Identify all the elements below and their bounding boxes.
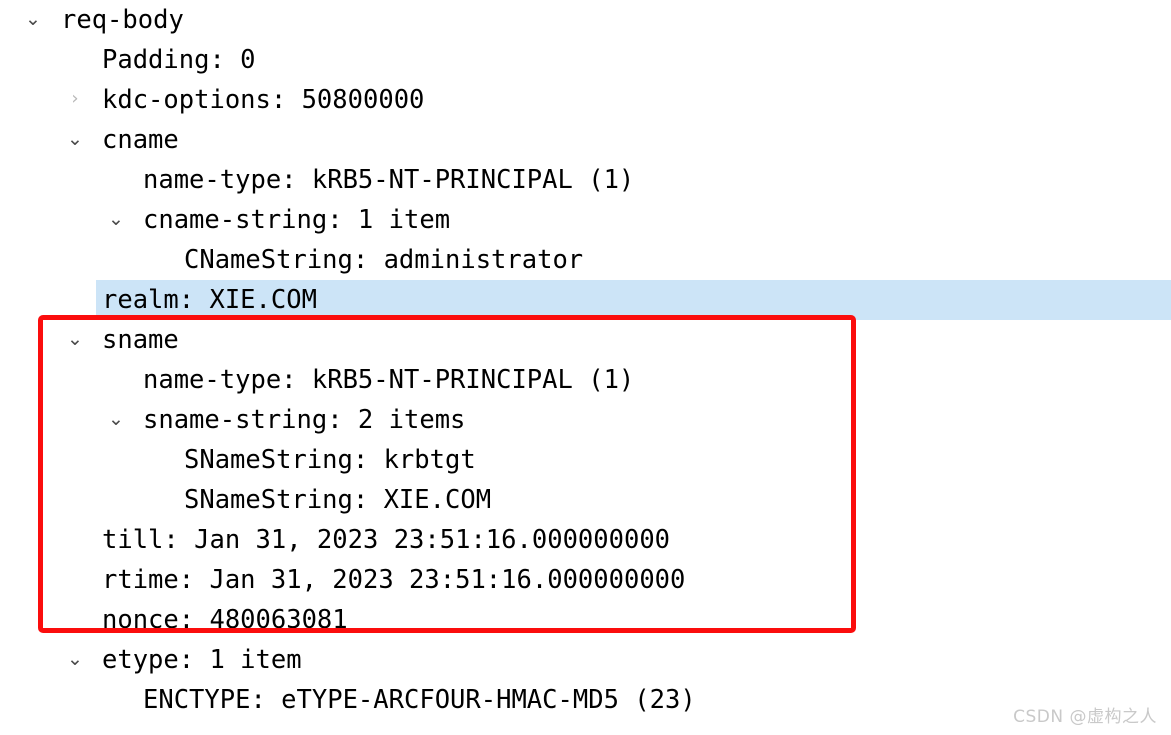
chevron-down-icon[interactable]: ⌄	[105, 200, 127, 240]
tree-row-enctype[interactable]: ENCTYPE: eTYPE-ARCFOUR-HMAC-MD5 (23)	[0, 680, 1171, 720]
tree-row-label: cname-string: 1 item	[143, 205, 451, 235]
chevron-right-icon[interactable]: ›	[64, 80, 86, 120]
tree-row-cname-nametype[interactable]: name-type: kRB5-NT-PRINCIPAL (1)	[0, 160, 1171, 200]
tree-row-label: sname-string: 2 items	[143, 405, 466, 435]
tree-row-label: kdc-options: 50800000	[102, 85, 425, 115]
selection-gutter	[0, 280, 96, 320]
tree-row-label: sname	[102, 325, 179, 355]
tree-row-cname[interactable]: ⌄ cname	[0, 120, 1171, 160]
tree-row-sname-nametype[interactable]: name-type: kRB5-NT-PRINCIPAL (1)	[0, 360, 1171, 400]
tree-row-label: till: Jan 31, 2023 23:51:16.000000000	[102, 525, 671, 555]
chevron-down-icon[interactable]: ⌄	[64, 320, 86, 360]
tree-row-label: SNameString: krbtgt	[184, 445, 476, 475]
packet-detail-tree[interactable]: ⌄ req-body Padding: 0 › kdc-options: 5080000…	[0, 0, 1171, 720]
tree-row-till[interactable]: till: Jan 31, 2023 23:51:16.000000000	[0, 520, 1171, 560]
tree-row-label: CNameString: administrator	[184, 245, 584, 275]
tree-row-label: rtime: Jan 31, 2023 23:51:16.000000000	[102, 565, 686, 595]
tree-row-snamestring-2[interactable]: SNameString: XIE.COM	[0, 480, 1171, 520]
chevron-down-icon[interactable]: ⌄	[64, 640, 86, 680]
tree-row-label: nonce: 480063081	[102, 605, 348, 635]
tree-row-label: realm: XIE.COM	[102, 285, 317, 315]
tree-row-rtime[interactable]: rtime: Jan 31, 2023 23:51:16.000000000	[0, 560, 1171, 600]
tree-row-label: req-body	[61, 5, 184, 35]
tree-row-label: etype: 1 item	[102, 645, 302, 675]
tree-row-nonce[interactable]: nonce: 480063081	[0, 600, 1171, 640]
tree-row-req-body[interactable]: ⌄ req-body	[0, 0, 1171, 40]
tree-row-sname[interactable]: ⌄ sname	[0, 320, 1171, 360]
tree-row-etype[interactable]: ⌄ etype: 1 item	[0, 640, 1171, 680]
tree-row-label: Padding: 0	[102, 45, 256, 75]
tree-row-snamestring-1[interactable]: SNameString: krbtgt	[0, 440, 1171, 480]
tree-row-cnamestring-1[interactable]: CNameString: administrator	[0, 240, 1171, 280]
tree-row-label: name-type: kRB5-NT-PRINCIPAL (1)	[143, 365, 635, 395]
tree-row-label: ENCTYPE: eTYPE-ARCFOUR-HMAC-MD5 (23)	[143, 685, 696, 715]
tree-row-realm[interactable]: realm: XIE.COM	[0, 280, 1171, 320]
tree-row-sname-string[interactable]: ⌄ sname-string: 2 items	[0, 400, 1171, 440]
tree-row-label: SNameString: XIE.COM	[184, 485, 492, 515]
csdn-watermark: CSDN @虚构之人	[1013, 707, 1157, 727]
tree-row-label: name-type: kRB5-NT-PRINCIPAL (1)	[143, 165, 635, 195]
chevron-down-icon[interactable]: ⌄	[105, 400, 127, 440]
tree-row-kdc-options[interactable]: › kdc-options: 50800000	[0, 80, 1171, 120]
tree-row-padding[interactable]: Padding: 0	[0, 40, 1171, 80]
chevron-down-icon[interactable]: ⌄	[22, 0, 44, 40]
tree-row-label: cname	[102, 125, 179, 155]
tree-row-cname-string[interactable]: ⌄ cname-string: 1 item	[0, 200, 1171, 240]
chevron-down-icon[interactable]: ⌄	[64, 120, 86, 160]
